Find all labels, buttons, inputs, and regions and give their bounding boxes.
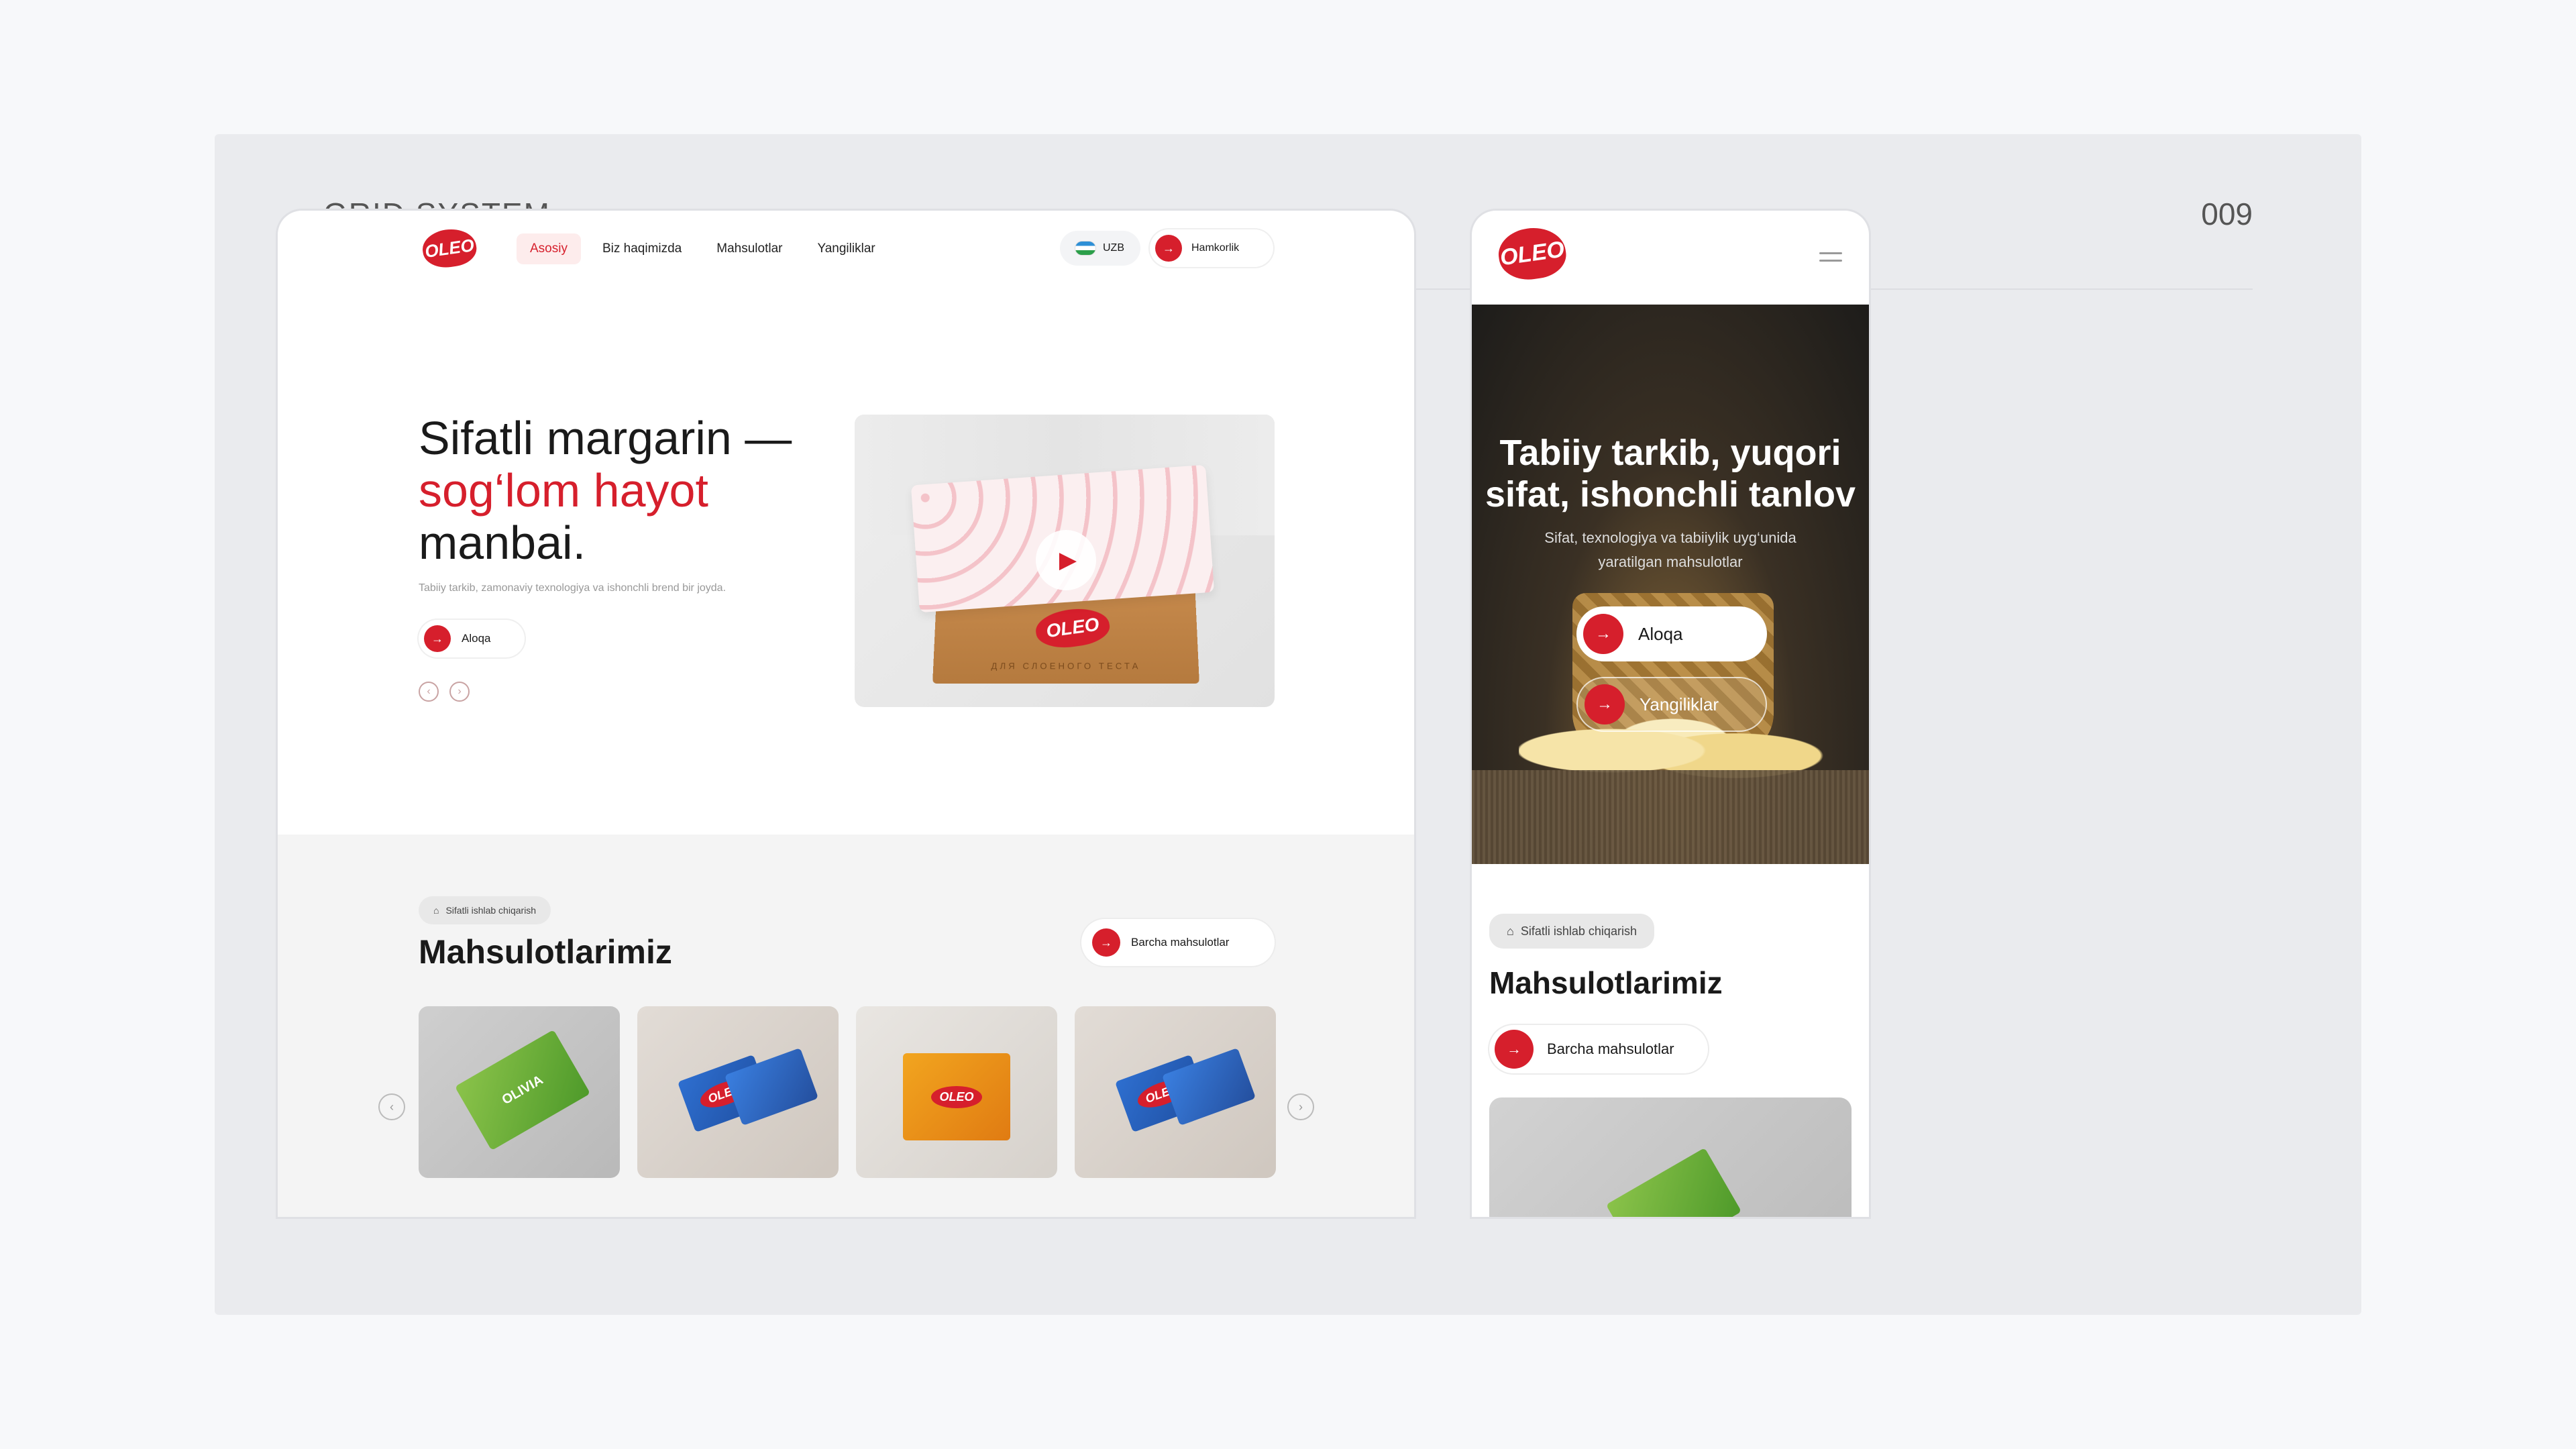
mobile-hero-subtitle: Sifat, texnologiya va tabiiylik uyg‘unid… (1544, 529, 1796, 570)
bag-icon: ⌂ (433, 905, 439, 916)
all-products-label: Barcha mahsulotlar (1547, 1040, 1674, 1057)
nav-item-biz-haqimizda[interactable]: Biz haqimizda (589, 233, 695, 264)
all-products-button[interactable]: → Barcha mahsulotlar (1489, 1025, 1708, 1073)
quality-chip: ⌂ Sifatli ishlab chiqarish (1489, 914, 1654, 949)
arrow-right-icon: → (1583, 614, 1623, 654)
contact-label: Aloqa (462, 632, 491, 645)
chevron-right-icon[interactable]: › (1287, 1093, 1314, 1120)
arrow-right-icon: → (1495, 1030, 1534, 1069)
mobile-hero-title: Tabiiy tarkib, yuqori sifat, ishonchli t… (1485, 433, 1856, 515)
all-products-label: Barcha mahsulotlar (1131, 936, 1230, 949)
hero-subtitle: Tabiiy tarkib, zamonaviy texnologiya va … (419, 582, 727, 594)
product-package (1605, 1147, 1742, 1217)
quality-chip: ⌂ Sifatli ishlab chiqarish (419, 896, 551, 924)
product-package: OLIVIA (454, 1029, 591, 1151)
mobile-hero: Tabiiy tarkib, yuqori sifat, ishonchli t… (1472, 305, 1869, 864)
arrow-right-icon: → (1155, 235, 1182, 262)
oleo-logo[interactable]: OLEO (420, 225, 479, 271)
products-section: ⌂ Sifatli ishlab chiqarish Mahsulotlarim… (278, 835, 1414, 1217)
board-number: 009 (2201, 197, 2253, 231)
oleo-logo[interactable]: OLEO (1495, 223, 1569, 284)
arrow-right-icon: → (1585, 684, 1625, 724)
product-card[interactable]: OLEO (856, 1006, 1057, 1178)
contact-button[interactable]: → Aloqa (1576, 606, 1767, 661)
box-caption: ДЛЯ СЛОЕНОГО ТЕСТА (991, 661, 1141, 672)
hamburger-menu-icon[interactable] (1819, 252, 1842, 267)
desktop-header: OLEO Asosiy Biz haqimizda Mahsulotlar Ya… (278, 211, 1414, 284)
language-label: UZB (1103, 242, 1124, 254)
contact-label: Aloqa (1638, 623, 1683, 644)
partner-label: Hamkorlik (1191, 242, 1240, 254)
uzbek-flag-icon (1075, 241, 1096, 256)
chevron-left-icon[interactable]: ‹ (419, 682, 439, 702)
hero-title: Sifatli margarin — sog‘lom hayot manbai. (419, 412, 792, 569)
chevron-left-icon[interactable]: ‹ (378, 1093, 405, 1120)
nav-item-mahsulotlar[interactable]: Mahsulotlar (703, 233, 796, 264)
hero-title-line2: sog‘lom hayot (419, 464, 708, 517)
arrow-right-icon: → (424, 625, 451, 652)
hero-title-line1: Sifatli margarin — (419, 412, 792, 464)
nav-item-asosiy[interactable]: Asosiy (517, 233, 581, 264)
product-card[interactable]: OLEO (1075, 1006, 1276, 1178)
main-nav: Asosiy Biz haqimizda Mahsulotlar Yangili… (517, 233, 889, 264)
desktop-mockup: OLEO Asosiy Biz haqimizda Mahsulotlar Ya… (278, 211, 1414, 1217)
bag-icon: ⌂ (1507, 924, 1514, 938)
product-card[interactable]: OLEO (637, 1006, 839, 1178)
chip-label: Sifatli ishlab chiqarish (1520, 924, 1637, 938)
chevron-right-icon[interactable]: › (449, 682, 470, 702)
partner-button[interactable]: → Hamkorlik (1150, 229, 1273, 267)
language-switcher[interactable]: UZB (1060, 231, 1140, 266)
burlap-image (1472, 770, 1869, 864)
hero-title-line3: manbai. (419, 517, 586, 569)
hero-video[interactable]: OLEO ДЛЯ СЛОЕНОГО ТЕСТА ▶ (855, 415, 1275, 707)
news-button[interactable]: → Yangiliklar (1576, 677, 1767, 732)
products-heading: Mahsulotlarimiz (1489, 965, 1723, 1000)
chip-label: Sifatli ishlab chiqarish (445, 905, 537, 916)
all-products-button[interactable]: → Barcha mahsulotlar (1081, 919, 1275, 966)
news-label: Yangiliklar (1640, 694, 1719, 714)
product-card[interactable]: OLIVIA (419, 1006, 620, 1178)
products-heading: Mahsulotlarimiz (419, 933, 672, 971)
mobile-mockup: OLEO Tabiiy tarkib, yuqori sifat, ishonc… (1472, 211, 1869, 1217)
product-card[interactable] (1489, 1097, 1851, 1217)
hero-slider-controls: ‹ › (419, 682, 470, 702)
play-icon[interactable]: ▶ (1036, 530, 1096, 590)
nav-item-yangiliklar[interactable]: Yangiliklar (804, 233, 888, 264)
product-package: OLEO (903, 1053, 1010, 1140)
contact-button[interactable]: → Aloqa (419, 620, 525, 657)
arrow-right-icon: → (1092, 928, 1120, 957)
product-carousel: OLIVIA OLEO OLEO OLEO (419, 1006, 1276, 1178)
box-logo: OLEO (1033, 604, 1112, 652)
